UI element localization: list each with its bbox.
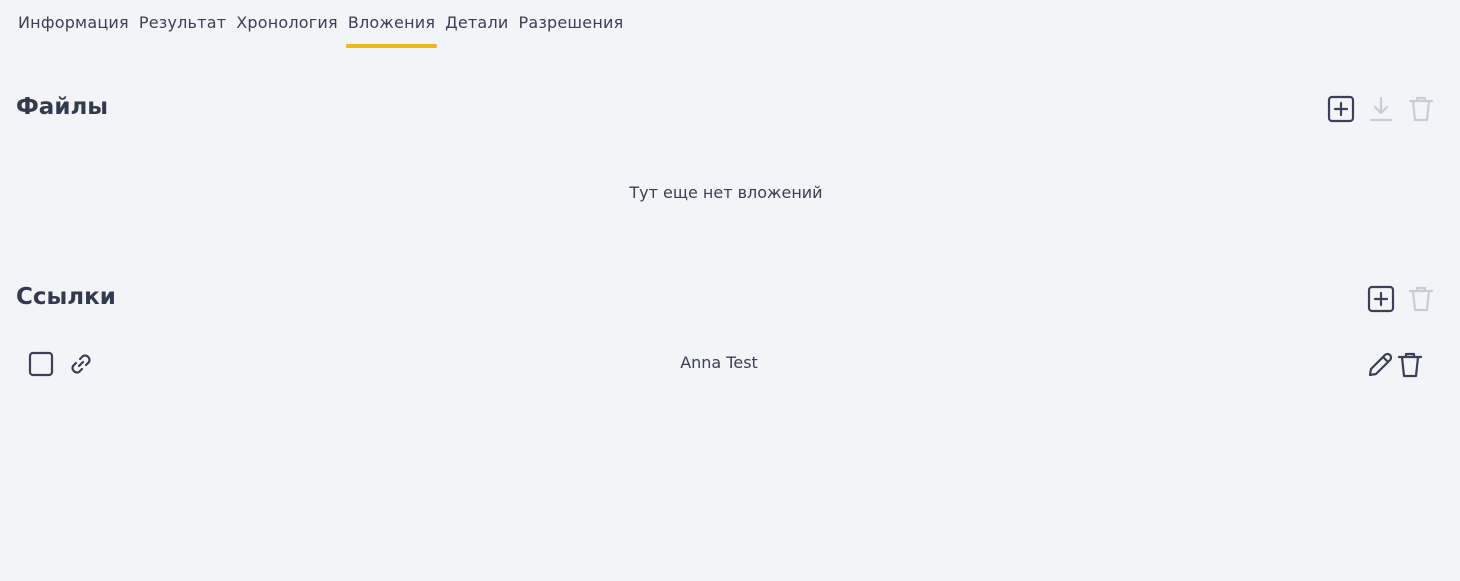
add-link-button[interactable]	[1367, 285, 1395, 313]
pencil-icon	[1368, 352, 1393, 377]
trash-icon	[1408, 96, 1434, 122]
tab-result[interactable]: Результат	[139, 0, 226, 50]
files-section-title: Файлы	[16, 94, 109, 120]
trash-icon	[1408, 286, 1434, 312]
link-name[interactable]: Anna Test	[0, 353, 1438, 372]
tab-details[interactable]: Детали	[445, 0, 508, 50]
plus-square-icon	[1327, 95, 1355, 123]
delete-links-button[interactable]	[1407, 285, 1435, 313]
add-file-button[interactable]	[1327, 95, 1355, 123]
links-section-title: Ссылки	[16, 284, 116, 310]
trash-icon	[1397, 352, 1423, 378]
delete-file-button[interactable]	[1407, 95, 1435, 123]
edit-link-button[interactable]	[1366, 351, 1394, 379]
plus-square-icon	[1367, 285, 1395, 313]
tab-bar: Информация Результат Хронология Вложения…	[18, 0, 633, 50]
files-empty-message: Тут еще нет вложений	[629, 183, 823, 202]
download-icon	[1369, 96, 1393, 122]
tab-permissions[interactable]: Разрешения	[518, 0, 623, 50]
tab-attachments[interactable]: Вложения	[345, 0, 438, 50]
tab-chronology[interactable]: Хронология	[236, 0, 338, 50]
download-file-button[interactable]	[1367, 95, 1395, 123]
tab-information[interactable]: Информация	[18, 0, 129, 50]
delete-link-button[interactable]	[1396, 351, 1424, 379]
